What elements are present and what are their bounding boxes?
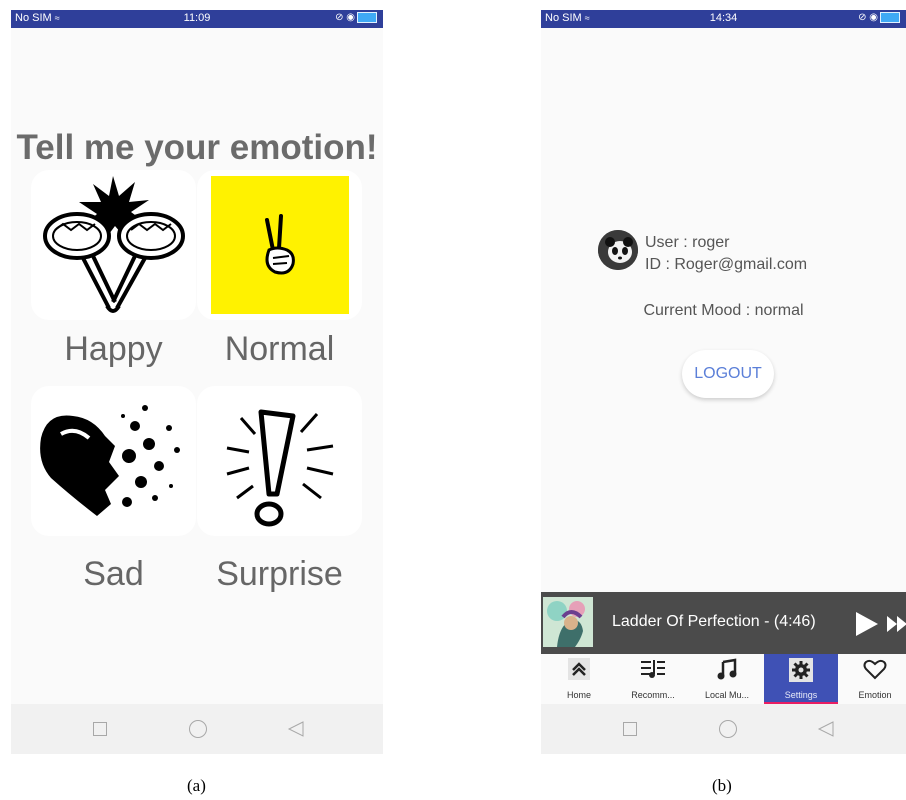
lock-icon: ◉: [869, 12, 878, 24]
tab-emotion[interactable]: Emotion: [838, 654, 906, 704]
emotion-tile-surprise[interactable]: [197, 386, 362, 536]
emotion-tile-happy[interactable]: [31, 170, 196, 320]
status-bar: No SIM ≈ 14:34 ⊘ ◉: [541, 10, 906, 28]
tab-label: Home: [566, 690, 591, 700]
album-cover-icon: [543, 597, 593, 647]
tab-local-music[interactable]: Local Mu...: [690, 654, 764, 704]
home-icon: [568, 658, 590, 680]
battery-icon: [880, 12, 900, 23]
tab-home[interactable]: Home: [542, 654, 616, 704]
emotion-label-normal: Normal: [224, 330, 335, 368]
track-title: Ladder Of Perfection - (4:46): [612, 613, 816, 630]
emotion-tile-normal[interactable]: [197, 170, 362, 320]
play-icon[interactable]: [854, 612, 880, 636]
home-system-button[interactable]: [719, 720, 737, 738]
avatar: [598, 230, 638, 270]
user-id-text: ID : Roger@gmail.com: [645, 256, 808, 273]
system-nav-bar: [11, 704, 383, 754]
exclamation-icon: [226, 409, 334, 527]
page-title: Tell me your emotion!: [16, 128, 378, 167]
tab-label: Recomm...: [631, 690, 675, 700]
current-mood-text: Current Mood : normal: [643, 302, 804, 319]
battery-icon: [357, 12, 377, 23]
panda-avatar-icon: [598, 230, 638, 270]
logout-button[interactable]: LOGOUT: [682, 350, 774, 398]
back-button[interactable]: [287, 720, 305, 738]
recent-apps-button[interactable]: [623, 722, 637, 736]
username-text: User : roger: [645, 234, 730, 251]
gear-icon: [789, 658, 813, 682]
home-system-button[interactable]: [189, 720, 207, 738]
victory-hand-icon: [211, 176, 349, 314]
emotion-tile-sad[interactable]: [31, 386, 196, 536]
broken-heart-icon: [40, 405, 180, 516]
phone-screen-emotion: No SIM ≈ 11:09 ⊘ ◉ Tell me your emotion!…: [11, 10, 383, 754]
tab-label: Settings: [784, 690, 818, 700]
status-time: 11:09: [183, 12, 211, 24]
playlist-icon: [641, 660, 665, 678]
emotion-label-sad: Sad: [83, 555, 144, 593]
emotion-label-surprise: Surprise: [216, 555, 343, 593]
caption-b: (b): [712, 776, 732, 795]
album-art[interactable]: [543, 597, 593, 647]
phone-screen-settings: No SIM ≈ 14:34 ⊘ ◉ User : roger ID : Rog…: [541, 10, 906, 754]
alarm-icon: ⊘: [335, 12, 344, 24]
tab-settings[interactable]: Settings: [764, 654, 838, 704]
recent-apps-button[interactable]: [93, 722, 107, 736]
system-nav-bar: [541, 704, 906, 754]
maracas-icon: [43, 176, 185, 313]
bottom-navigation: Home Recomm... Local Mu... Settings Emot…: [541, 654, 906, 704]
next-track-icon[interactable]: [885, 612, 906, 636]
status-bar: No SIM ≈ 11:09 ⊘ ◉: [11, 10, 383, 28]
caption-a: (a): [187, 776, 206, 795]
mini-player[interactable]: Ladder Of Perfection - (4:46): [541, 592, 906, 654]
music-note-icon: [717, 658, 737, 680]
lock-icon: ◉: [346, 12, 355, 24]
tab-label: Local Mu...: [704, 690, 750, 700]
status-time: 14:34: [709, 12, 738, 24]
heart-icon: [863, 659, 887, 680]
alarm-icon: ⊘: [858, 12, 867, 24]
tab-label: Emotion: [858, 690, 892, 700]
emotion-label-happy: Happy: [64, 330, 163, 368]
back-button[interactable]: [817, 720, 835, 738]
tab-recommend[interactable]: Recomm...: [616, 654, 690, 704]
